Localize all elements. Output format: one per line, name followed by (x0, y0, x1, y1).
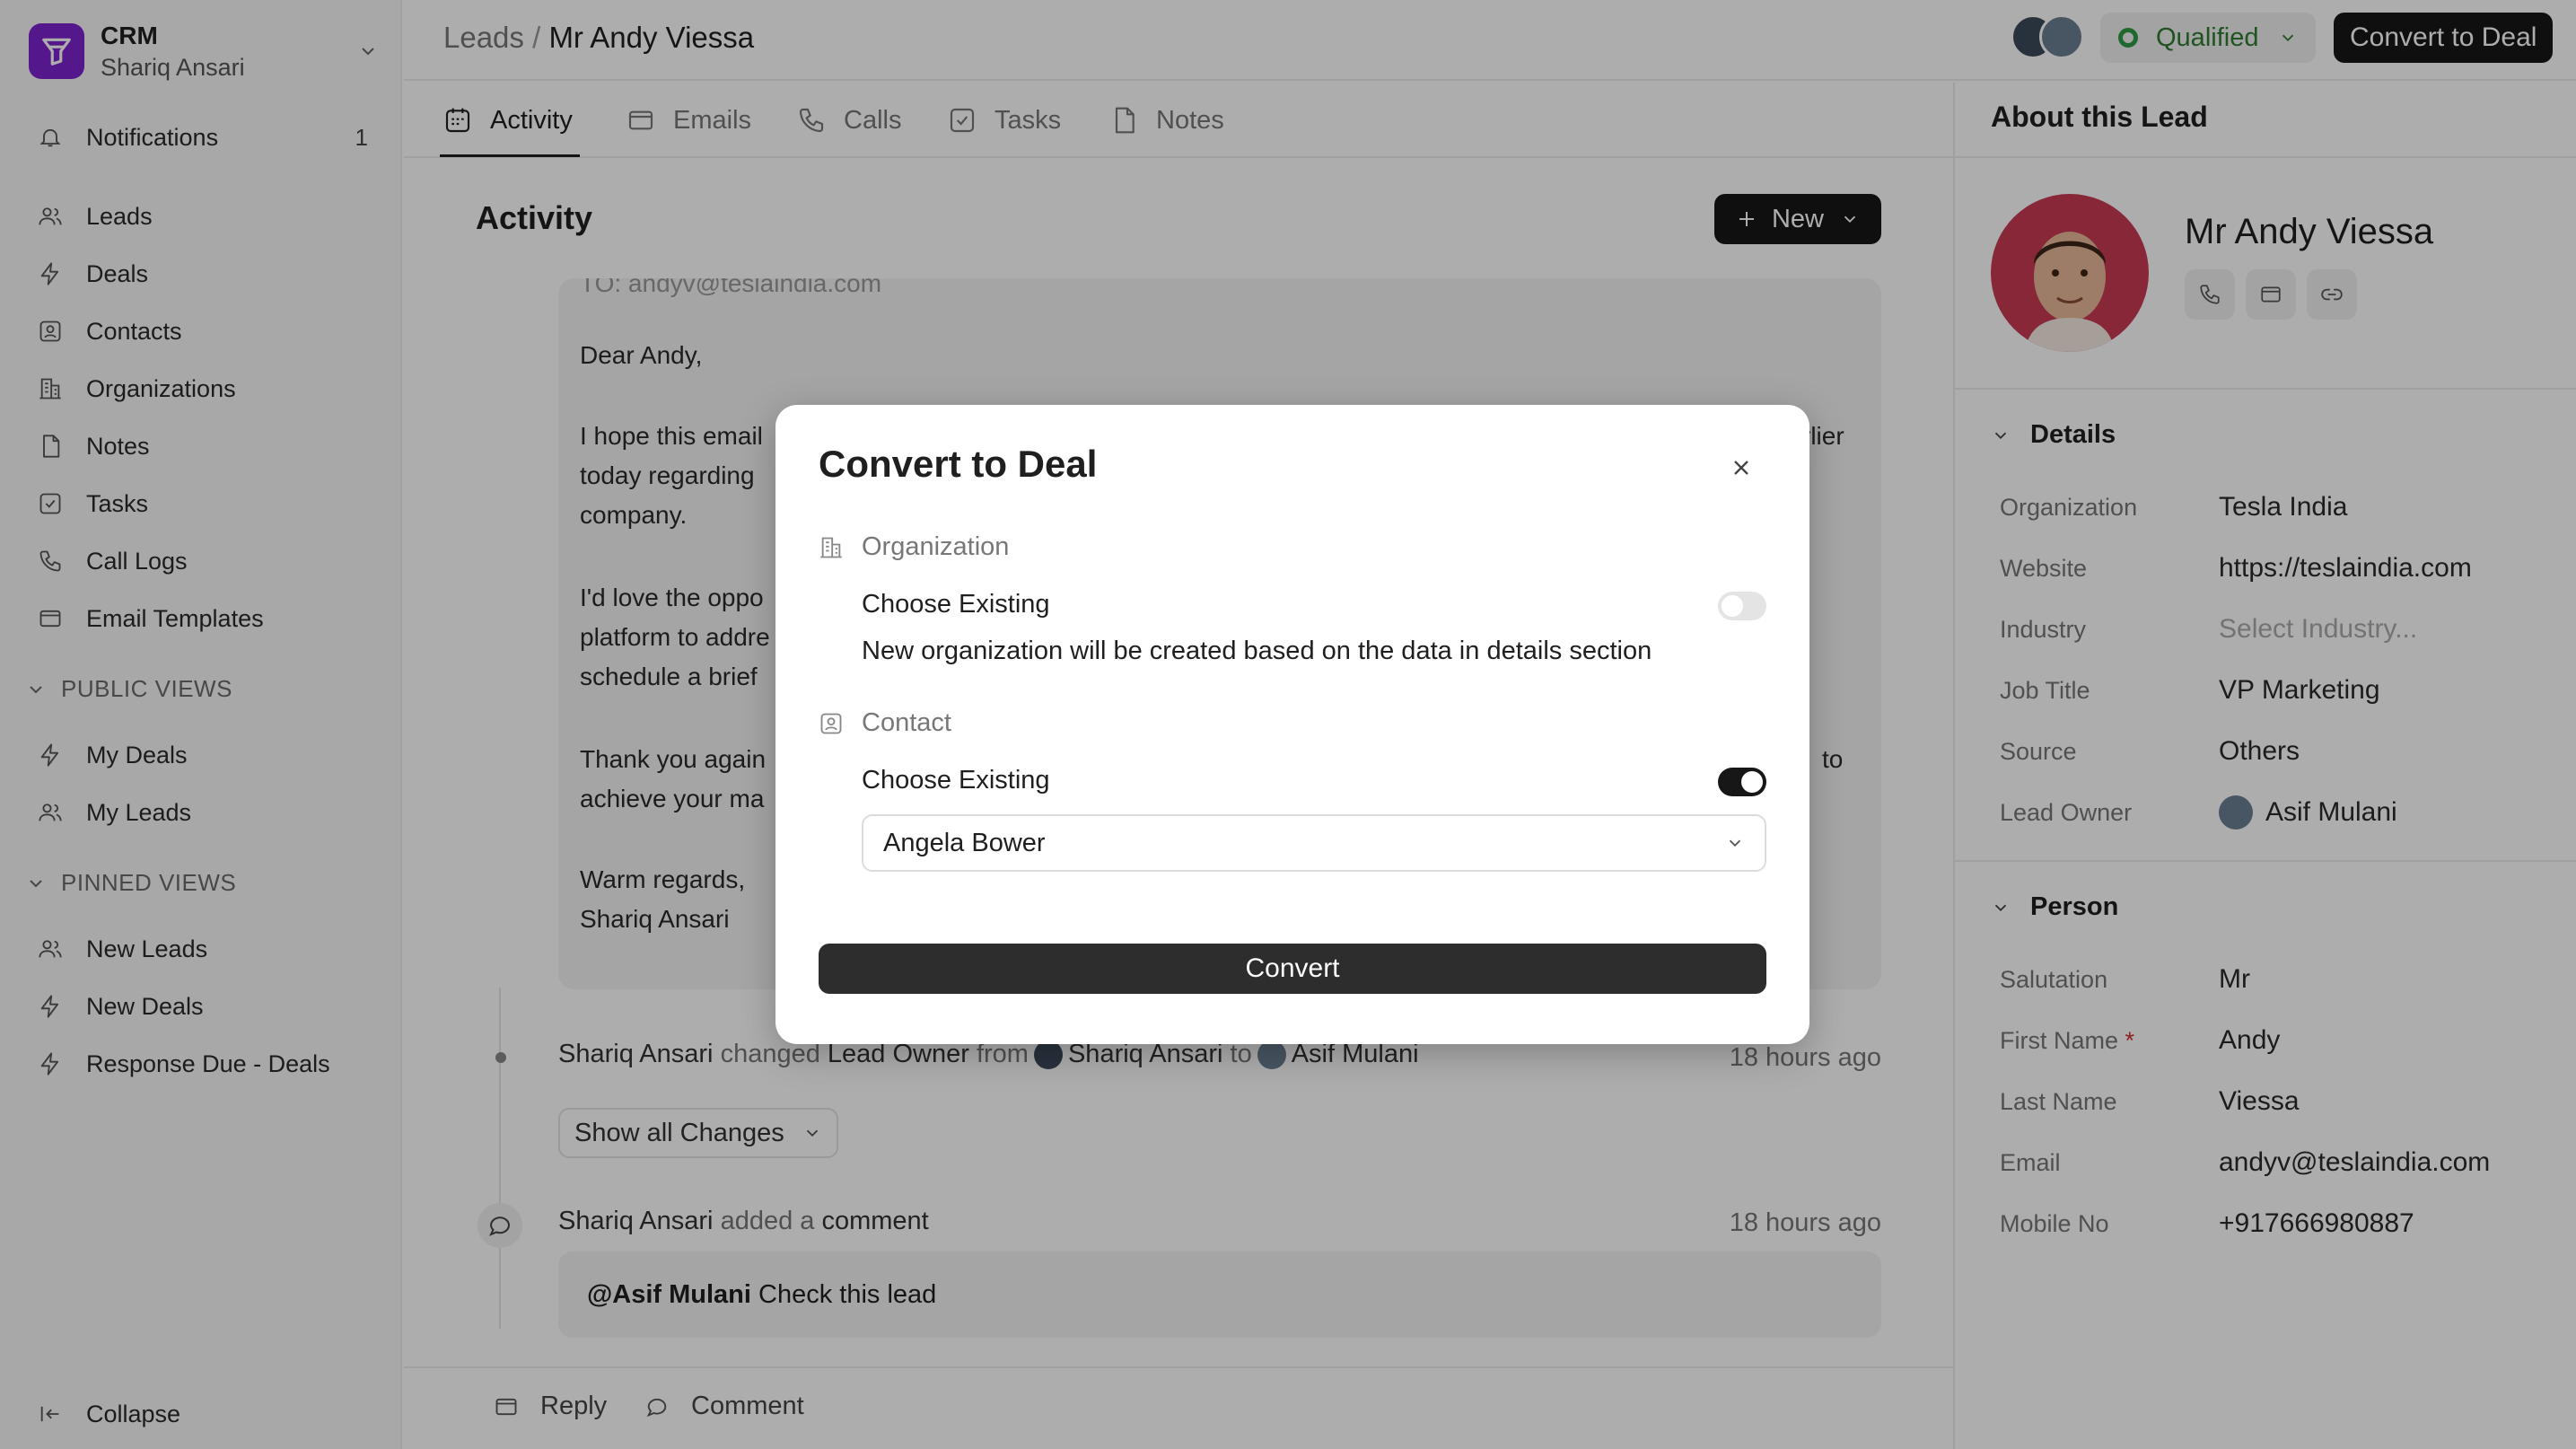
organization-section: Organization (819, 532, 1009, 562)
contact-section: Contact (819, 708, 951, 738)
contact-select[interactable]: Angela Bower (862, 814, 1766, 872)
org-note: New organization will be created based o… (862, 637, 1652, 665)
toggle-knob (1741, 771, 1763, 793)
selected-contact: Angela Bower (883, 828, 1046, 857)
close-icon (1729, 455, 1754, 480)
section-label: Contact (862, 708, 951, 737)
convert-to-deal-dialog: Convert to Deal Organization Choose Exis… (775, 405, 1809, 1044)
toggle-knob (1722, 595, 1743, 617)
convert-button[interactable]: Convert (819, 944, 1766, 994)
contact-icon (819, 711, 846, 736)
choose-existing-contact-label: Choose Existing (862, 766, 1050, 795)
choose-existing-org-label: Choose Existing (862, 590, 1050, 619)
building-icon (819, 535, 846, 560)
dialog-title: Convert to Deal (819, 443, 1098, 485)
choose-existing-org-toggle[interactable] (1718, 592, 1766, 620)
close-button[interactable] (1723, 450, 1759, 486)
section-label: Organization (862, 532, 1010, 561)
chevron-down-icon (1725, 833, 1745, 853)
choose-existing-contact-toggle[interactable] (1718, 768, 1766, 796)
